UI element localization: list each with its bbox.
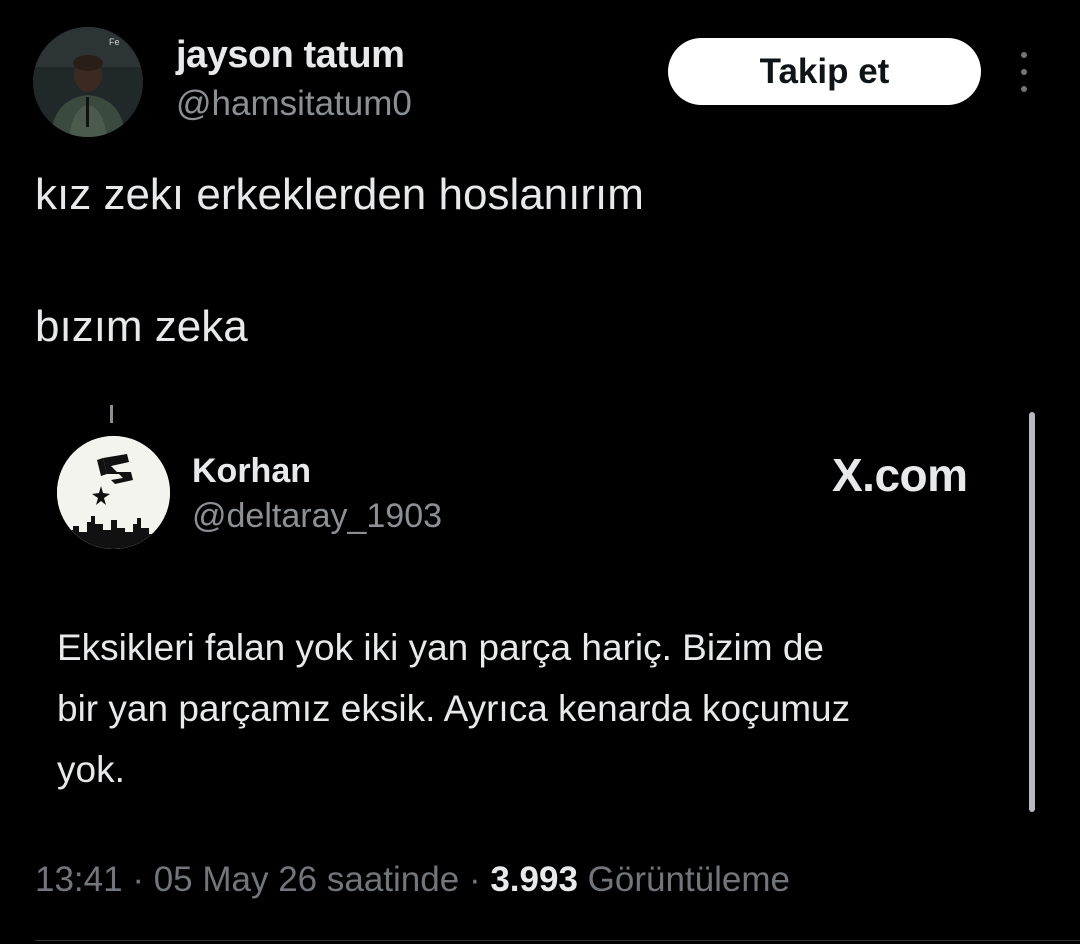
author-display-name[interactable]: jayson tatum bbox=[176, 34, 405, 77]
svg-text:Fe: Fe bbox=[109, 37, 120, 47]
divider bbox=[35, 940, 1080, 941]
tweet-text-line: bızım zeka bbox=[35, 302, 248, 351]
quoted-handle[interactable]: @deltaray_1903 bbox=[192, 497, 442, 536]
follow-button[interactable]: Takip et bbox=[668, 38, 981, 105]
spurs-logo-icon bbox=[57, 436, 170, 549]
tweet-meta: 13:41 · 05 May 26 saatinde · 3.993 Görün… bbox=[35, 860, 790, 900]
vertical-ellipsis-icon[interactable] bbox=[1012, 52, 1036, 92]
separator-dot: · bbox=[468, 860, 481, 899]
views-count[interactable]: 3.993 bbox=[490, 860, 578, 899]
quoted-author-avatar[interactable] bbox=[57, 436, 170, 549]
quoted-display-name[interactable]: Korhan bbox=[192, 452, 311, 491]
profile-photo-icon: Fe bbox=[33, 27, 143, 137]
quoted-text-line: bir yan parçamız eksik. Ayrıca kenarda k… bbox=[57, 688, 851, 729]
separator-dot: · bbox=[132, 860, 144, 899]
quoted-text-line: Eksikleri falan yok iki yan parça hariç.… bbox=[57, 627, 825, 668]
quoted-text-line: yok. bbox=[57, 749, 125, 790]
card-scrollbar[interactable] bbox=[1029, 412, 1035, 812]
author-avatar[interactable]: Fe bbox=[33, 27, 143, 137]
dot bbox=[1021, 52, 1027, 58]
tweet-text-line: kız zekı erkeklerden hoslanırım bbox=[35, 170, 644, 219]
dot bbox=[1021, 69, 1027, 75]
tweet-time[interactable]: 13:41 bbox=[35, 860, 123, 899]
tweet-date[interactable]: 05 May 26 saatinde bbox=[154, 860, 459, 899]
dot bbox=[1021, 86, 1027, 92]
author-handle[interactable]: @hamsitatum0 bbox=[176, 84, 412, 124]
views-label[interactable]: Görüntüleme bbox=[588, 860, 790, 899]
x-com-logo: X.com bbox=[832, 449, 968, 501]
quoted-text: Eksikleri falan yok iki yan parça hariç.… bbox=[57, 617, 1007, 800]
card-edge-mark bbox=[110, 405, 113, 423]
